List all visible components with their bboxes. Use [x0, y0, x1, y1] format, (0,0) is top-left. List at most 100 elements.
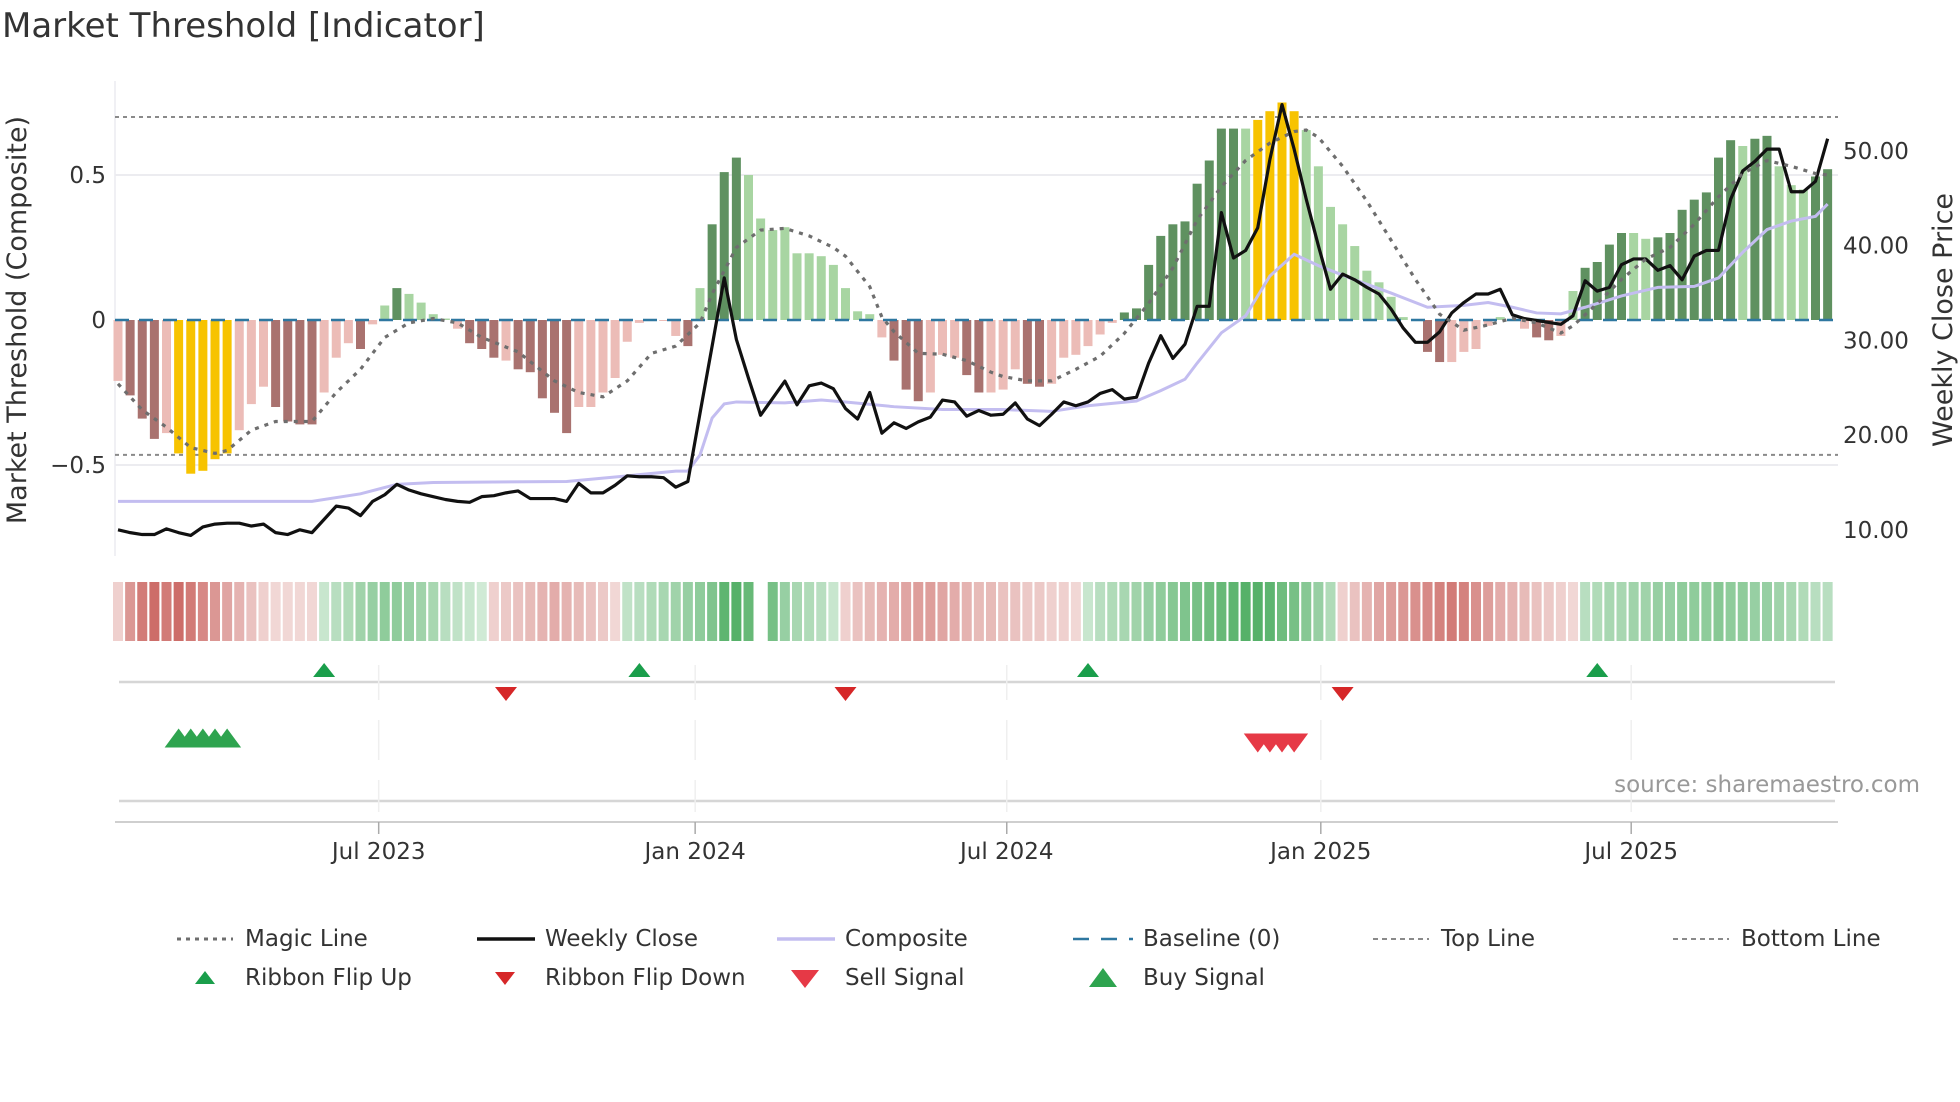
composite-bar — [1083, 320, 1093, 347]
legend-label: Sell Signal — [845, 965, 965, 991]
ribbon-cell — [416, 582, 427, 641]
ribbon-cell — [137, 582, 148, 641]
composite-bar — [974, 320, 984, 393]
composite-bar — [950, 320, 960, 358]
ribbon-cell — [222, 582, 233, 641]
ribbon-cell — [1798, 582, 1809, 641]
ribbon-cell — [1034, 582, 1045, 641]
ribbon-cell — [1155, 582, 1166, 641]
ribbon-cell — [561, 582, 572, 641]
composite-bar — [634, 320, 644, 323]
composite-bar — [1423, 320, 1432, 352]
ribbon-cell — [549, 582, 560, 641]
ribbon-cell — [1737, 582, 1748, 641]
composite-bar — [1059, 320, 1069, 358]
ribbon-cell — [1725, 582, 1736, 641]
composite-bar — [913, 320, 923, 402]
composite-bar — [1301, 130, 1311, 320]
y-tick-right: 40.00 — [1843, 234, 1909, 260]
composite-bar — [1823, 169, 1833, 320]
ribbon-cell — [161, 582, 172, 641]
composite-bar — [246, 320, 256, 405]
composite-bar — [610, 320, 620, 378]
x-tick-label: Jul 2023 — [330, 839, 426, 865]
ribbon-cell — [1167, 582, 1178, 641]
ribbon-cell — [828, 582, 839, 641]
ribbon-flip-up-marker — [313, 663, 336, 677]
legend-label: Composite — [845, 926, 968, 952]
ribbon-cell — [355, 582, 366, 641]
composite-bar — [841, 288, 850, 320]
composite-bar — [501, 320, 511, 361]
composite-bar — [380, 305, 390, 320]
composite-bar — [780, 227, 790, 320]
ribbon-cell — [1264, 582, 1275, 641]
ribbon-cell — [731, 582, 742, 641]
ribbon-cell — [585, 582, 596, 641]
ribbon-cell — [1458, 582, 1469, 641]
composite-bar — [234, 320, 244, 431]
ribbon-cell — [998, 582, 1009, 641]
legend-label: Buy Signal — [1143, 965, 1265, 991]
composite-bar — [149, 320, 159, 439]
ribbon-cell — [1568, 582, 1578, 641]
composite-bar — [295, 320, 305, 425]
legend-item: Bottom Line — [1671, 926, 1881, 952]
legend-item: Ribbon Flip Down — [475, 965, 746, 991]
ribbon-cell — [792, 582, 802, 641]
composite-bar — [392, 288, 402, 320]
ribbon-cell — [1665, 582, 1675, 641]
legend-item: Sell Signal — [775, 965, 965, 991]
ribbon-cell — [1228, 582, 1239, 641]
legend-marker-icon — [1073, 937, 1133, 941]
ribbon-cell — [1822, 582, 1833, 641]
ribbon-cell — [1252, 582, 1263, 641]
ribbon-cell — [840, 582, 851, 641]
ribbon-cell — [1107, 582, 1118, 641]
source-label: source: sharemaestro.com — [1614, 772, 1920, 798]
ribbon-cell — [1810, 582, 1821, 641]
composite-bar — [1180, 221, 1190, 320]
y-axis-label-right: Weekly Close Price — [1928, 193, 1959, 447]
ribbon-cell — [1762, 582, 1772, 641]
composite-bar — [1010, 320, 1020, 370]
composite-bar — [283, 320, 293, 422]
ribbon-cell — [864, 582, 875, 641]
composite-bar — [1168, 224, 1178, 320]
ribbon-cell — [1689, 582, 1700, 641]
ribbon-cell — [1471, 582, 1481, 641]
composite-bar — [1447, 320, 1457, 363]
composite-bar — [1022, 320, 1032, 384]
ribbon-cell — [1374, 582, 1384, 641]
legend-label: Weekly Close — [545, 926, 698, 952]
composite-bar — [1471, 320, 1481, 349]
ribbon-cell — [949, 582, 960, 641]
x-tick-label: Jul 2025 — [1582, 839, 1678, 865]
ribbon-cell — [246, 582, 257, 641]
ribbon-cell — [743, 582, 754, 641]
composite-bar — [671, 320, 681, 336]
ribbon-cell — [1434, 582, 1445, 641]
legend-marker-icon — [777, 937, 835, 941]
ribbon-cell — [1180, 582, 1190, 641]
legend-marker-icon — [177, 937, 233, 941]
legend-item: Baseline (0) — [1073, 926, 1280, 952]
ribbon-cell — [1713, 582, 1724, 641]
composite-bar — [901, 320, 911, 390]
ribbon-cell — [452, 582, 463, 641]
ribbon-cell — [1095, 582, 1106, 641]
y-tick-left: −0.5 — [50, 453, 106, 479]
ribbon-cell — [961, 582, 972, 641]
composite-bar — [186, 320, 196, 474]
composite-bar — [489, 320, 499, 358]
ribbon-cell — [343, 582, 354, 641]
ribbon-cell — [622, 582, 633, 641]
ribbon-cell — [270, 582, 281, 641]
composite-bar — [731, 157, 741, 320]
ribbon-cell — [1628, 582, 1639, 641]
composite-bar — [889, 320, 899, 361]
legend-marker-icon — [495, 972, 515, 985]
ribbon-cell — [573, 582, 584, 641]
ribbon-cell — [1010, 582, 1021, 641]
legend-item: Weekly Close — [475, 926, 698, 952]
